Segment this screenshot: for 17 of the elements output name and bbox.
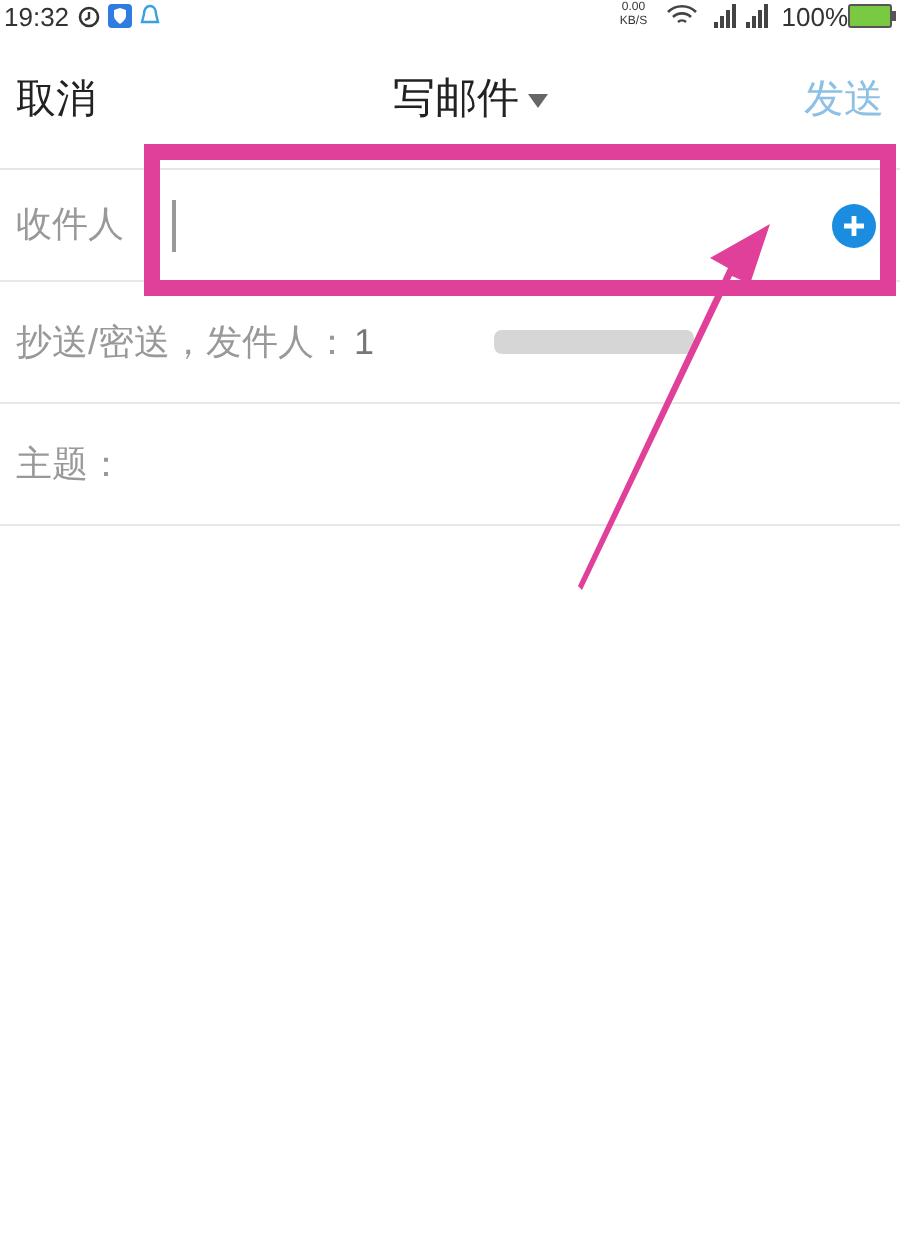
- sender-address: 1: [354, 319, 375, 365]
- battery-icon: [848, 4, 896, 28]
- signal-icon: [713, 4, 774, 28]
- cancel-button[interactable]: 取消: [16, 70, 96, 130]
- compose-title-dropdown[interactable]: 写邮件: [393, 68, 547, 132]
- wifi-icon: [665, 4, 698, 28]
- battery-level: 100%: [781, 3, 848, 29]
- status-time: 19:32: [4, 3, 70, 29]
- field-label: 主题：: [16, 441, 124, 487]
- shield-icon: [107, 4, 132, 28]
- add-contact-button[interactable]: [832, 203, 876, 247]
- text-cursor: [172, 199, 176, 251]
- plus-icon: [842, 213, 866, 237]
- caret-icon: [527, 93, 547, 107]
- field-label: 收件人: [16, 202, 124, 248]
- field-label: 抄送/密送，发件人：: [16, 319, 351, 365]
- alarm-icon: [77, 5, 100, 27]
